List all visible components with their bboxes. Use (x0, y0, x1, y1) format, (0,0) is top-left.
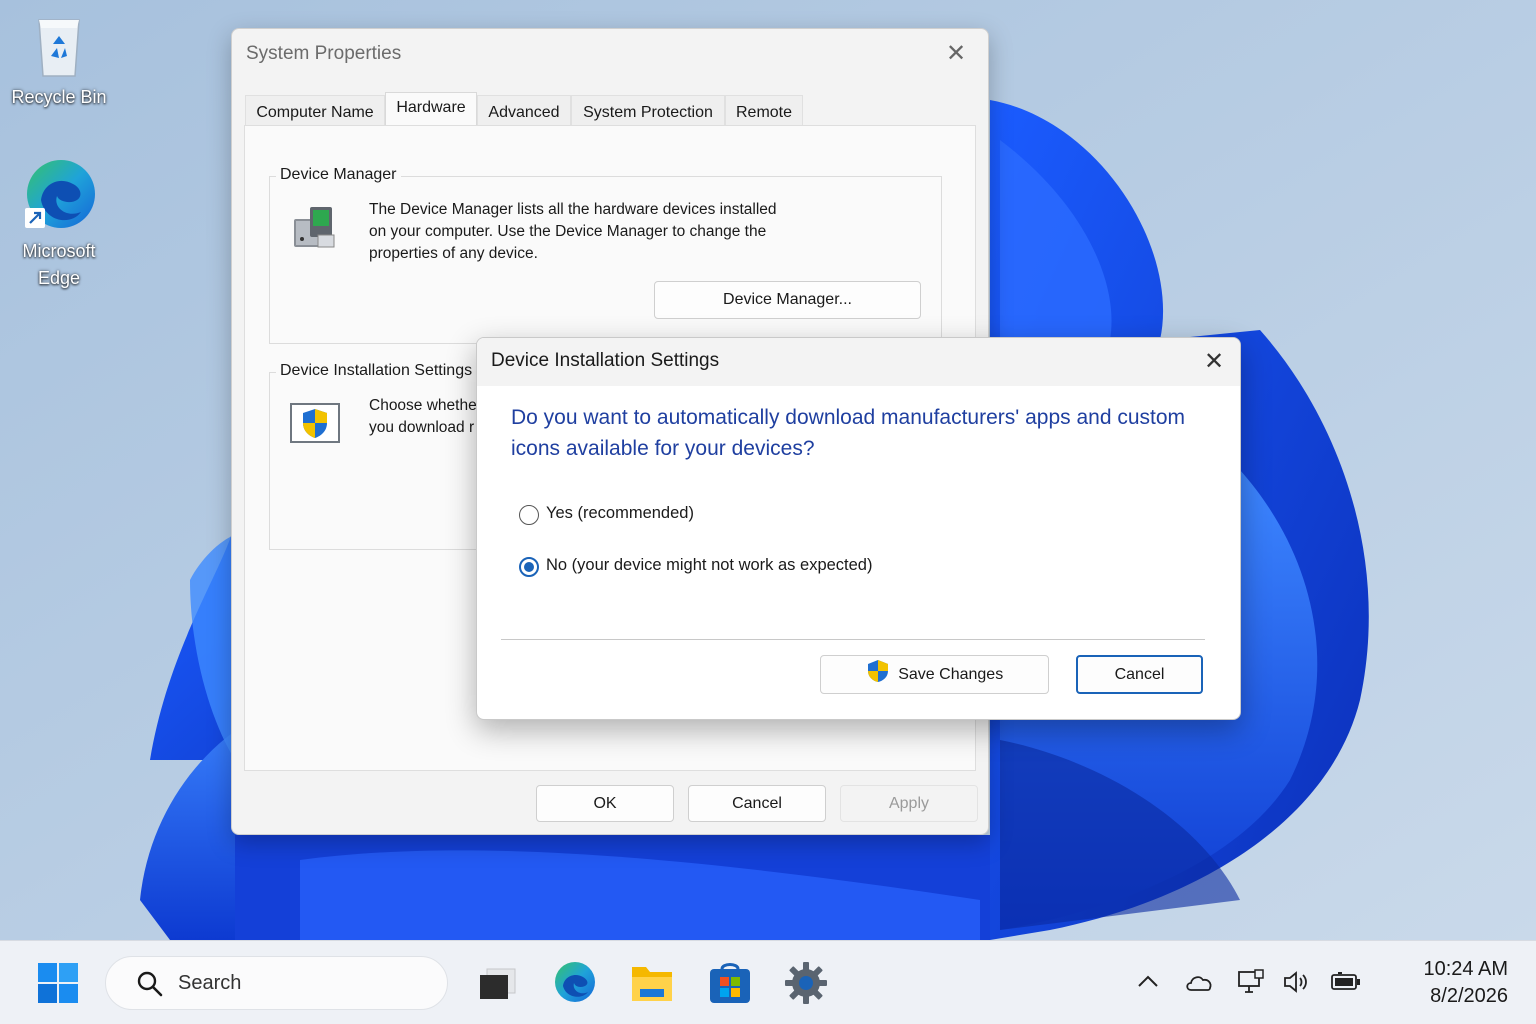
store-icon[interactable] (708, 961, 752, 1005)
cancel-button[interactable]: Cancel (688, 785, 826, 822)
device-installation-description: Choose whethe you download r (369, 395, 479, 439)
tab-hardware[interactable]: Hardware (385, 92, 477, 128)
description-line: properties of any device. (369, 245, 538, 262)
edge-icon (21, 156, 97, 234)
battery-icon[interactable] (1330, 971, 1362, 993)
dialog-cancel-button[interactable]: Cancel (1076, 655, 1203, 694)
close-icon: ✕ (945, 40, 967, 67)
taskbar: Search 10:24 AM 8/2/2026 (0, 940, 1536, 1024)
title-bar: Device Installation Settings ✕ (477, 338, 1240, 386)
group-legend: Device Installation Settings (276, 362, 477, 380)
task-view-icon[interactable] (477, 967, 519, 1003)
divider (501, 639, 1205, 640)
tab-remote[interactable]: Remote (725, 95, 803, 127)
file-explorer-icon[interactable] (630, 963, 674, 1003)
tab-computer-name[interactable]: Computer Name (245, 95, 385, 127)
device-manager-button[interactable]: Device Manager... (654, 281, 921, 319)
onedrive-icon[interactable] (1184, 971, 1214, 993)
question-line: icons available for your devices? (511, 437, 815, 460)
search-icon (136, 970, 164, 1003)
desktop-icon-label: Recycle Bin (11, 87, 107, 107)
description-line: The Device Manager lists all the hardwar… (369, 201, 777, 218)
close-button[interactable]: ✕ (1198, 346, 1230, 378)
group-legend: Device Manager (276, 166, 401, 184)
tab-label: Hardware (396, 99, 466, 116)
ok-button[interactable]: OK (536, 785, 674, 822)
save-changes-label: Save Changes (898, 666, 1004, 683)
settings-icon[interactable] (784, 961, 828, 1005)
tab-label: Computer Name (256, 104, 374, 121)
tab-label: Remote (735, 104, 793, 121)
close-button[interactable]: ✕ (938, 39, 974, 69)
tab-system-protection[interactable]: System Protection (571, 95, 725, 127)
desktop-icon-edge[interactable]: Microsoft Edge (9, 156, 109, 292)
description-line: you download r (369, 419, 475, 436)
apply-button[interactable]: Apply (840, 785, 978, 822)
desktop-icon-label: Microsoft Edge (22, 241, 96, 288)
device-manager-description: The Device Manager lists all the hardwar… (369, 199, 839, 265)
dialog-title: Device Installation Settings (491, 350, 720, 371)
window-title: System Properties (246, 43, 402, 64)
network-icon[interactable] (1237, 969, 1265, 995)
clock-time: 10:24 AM (1423, 958, 1508, 980)
radio-button-checked[interactable] (519, 557, 539, 577)
tab-advanced[interactable]: Advanced (477, 95, 571, 127)
tab-label: System Protection (583, 104, 713, 121)
taskbar-clock[interactable]: 10:24 AM 8/2/2026 (1423, 956, 1508, 1010)
tab-label: Advanced (488, 104, 560, 121)
device-manager-group: Device Manager The Device Manager lists … (269, 166, 942, 344)
search-placeholder: Search (178, 972, 242, 994)
chevron-up-icon[interactable] (1136, 971, 1160, 991)
edge-taskbar-icon[interactable] (553, 960, 597, 1004)
radio-label: No (your device might not work as expect… (546, 556, 873, 574)
desktop-icon-recycle-bin[interactable]: Recycle Bin (9, 14, 109, 111)
shield-settings-icon (290, 403, 340, 445)
radio-button-unchecked[interactable] (519, 505, 539, 525)
save-changes-button[interactable]: Save Changes (820, 655, 1049, 694)
close-icon: ✕ (1203, 348, 1225, 375)
volume-icon[interactable] (1282, 969, 1312, 995)
device-manager-icon (288, 201, 340, 253)
title-bar: System Properties ✕ (232, 29, 988, 79)
description-line: Choose whethe (369, 397, 477, 414)
radio-label: Yes (recommended) (546, 504, 694, 522)
start-icon[interactable] (37, 962, 79, 1004)
dialog-question: Do you want to automatically download ma… (511, 402, 1211, 464)
device-installation-settings-dialog: Device Installation Settings ✕ Do you wa… (476, 337, 1241, 720)
question-line: Do you want to automatically download ma… (511, 406, 1186, 429)
clock-date: 8/2/2026 (1430, 985, 1508, 1007)
recycle-bin-icon (31, 14, 87, 80)
taskbar-search-box[interactable]: Search (105, 956, 448, 1010)
uac-shield-icon (866, 659, 890, 697)
description-line: on your computer. Use the Device Manager… (369, 223, 767, 240)
